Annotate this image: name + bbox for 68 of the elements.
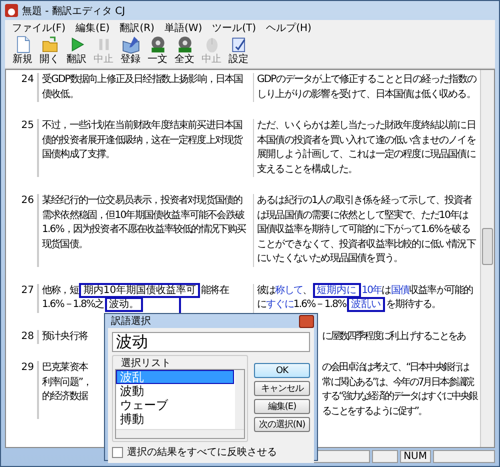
- list-label: 選択リスト: [120, 358, 172, 369]
- term-link[interactable]: すぐに: [266, 299, 294, 310]
- source-text-line: 预计央行将: [42, 330, 88, 344]
- source-text: 受GDP数据向上修正及日经指数上扬影响，日本国债收低。: [42, 74, 243, 100]
- term-field[interactable]: 波动: [112, 332, 310, 352]
- menu-item[interactable]: 編集(E): [70, 20, 115, 34]
- list-item[interactable]: 波動: [116, 384, 234, 398]
- menu-item[interactable]: 単語(W): [159, 20, 208, 34]
- row-number: 26: [6, 194, 39, 266]
- close-button[interactable]: [299, 314, 314, 328]
- row-number: 29: [6, 361, 39, 419]
- row-number: 24: [6, 73, 39, 102]
- dialog-button[interactable]: OK: [254, 363, 310, 378]
- term-link[interactable]: 国債: [390, 284, 409, 296]
- toolbar-icon: [40, 35, 60, 54]
- target-text: GDPのデータが上で修正することと日の経った指数のしり上がりの影響を受けて、日本国債は低く収める。: [257, 74, 476, 100]
- row-number: 28: [6, 330, 39, 344]
- menu-item[interactable]: 翻訳(R): [114, 20, 160, 34]
- highlighted-term: 期内10年期国债收益率可: [81, 284, 198, 296]
- row-number: 27: [6, 284, 39, 312]
- source-text-line: 的经济数据: [42, 390, 88, 404]
- target-text-line: に屋数四季程度に利上げすることをあ: [322, 330, 465, 344]
- dialog-button[interactable]: キャンセル: [254, 381, 310, 396]
- checkbox[interactable]: [112, 446, 123, 458]
- menu-item[interactable]: ツール(T): [207, 20, 262, 34]
- candidate-list[interactable]: 波乱 波動 ウェーブ 搏動: [115, 369, 245, 439]
- list-scrollbar[interactable]: [235, 370, 244, 429]
- dialog-title: 訳語選択: [111, 314, 151, 328]
- toolbar-button[interactable]: 全文: [171, 35, 198, 67]
- list-item[interactable]: 搏動: [116, 412, 234, 426]
- toolbar-button[interactable]: 設定: [225, 35, 252, 67]
- vertical-scrollbar[interactable]: [480, 70, 494, 447]
- term-link[interactable]: 波乱い: [349, 299, 384, 310]
- target-text-line: する“強力な経済的データはすぐに中央銀: [322, 390, 477, 404]
- toolbar-button[interactable]: 登録: [117, 35, 144, 67]
- term-link[interactable]: 短期内に: [314, 284, 359, 296]
- menu-item[interactable]: ファイル(F): [7, 20, 71, 34]
- app-icon: [5, 4, 18, 17]
- target-text-line: 常に関心ある”は、今年の7月日本参議院: [322, 376, 474, 390]
- target-text-line: の会田卓治は考えて、“日本中央銀行は: [322, 361, 468, 375]
- source-text-line: 利率问题”，: [42, 376, 92, 390]
- toolbar-button[interactable]: 翻訳: [63, 35, 90, 67]
- window-title: 無題 - 翻訳エディタ CJ: [22, 4, 126, 18]
- target-text: 彼は称して、 短期内に 10年は国債収益率が可能的にすぐに1.6%－1.8% 波乱い を期待する。: [257, 284, 473, 310]
- term-link[interactable]: 10年: [362, 284, 382, 296]
- source-text: 某经纪行的一位交易员表示，投资者对现货国债的需求依然稳固，但10年期国债收益率可能不会跌破1.6%，因为投资者不愿在收益率较低的情况下购买现货国债。: [42, 195, 246, 250]
- dialog-button[interactable]: 次の選択(N): [254, 417, 310, 432]
- toolbar-icon: [120, 35, 140, 54]
- target-text-line: ることをするように促す”。: [322, 404, 426, 418]
- term-link[interactable]: 称して: [275, 284, 303, 296]
- target-text: ただ、いくらかは差し当たった財政年度終結以前に日本国債の投資者を買い入れて逢の低い含ませのノイを展開しよう計画して、これは一定の程度に現品国債に支えることを構成した。: [257, 120, 476, 174]
- source-text: 他称，短 期内10年期国债收益率可 能将在1.6%－1.8%之 波动。: [42, 284, 228, 310]
- row-number: 25: [6, 119, 39, 177]
- list-item[interactable]: ウェーブ: [116, 398, 234, 412]
- checkbox-label: 選択の結果をすべてに反映させる: [127, 446, 277, 459]
- target-text: あるは紀行の1人の取引き係を経って示して、投資者は現品国債の需要に依然として堅実で、ただ10年は国債収益率を期待して可能的に下がって1.6%を破ることができなくて、投資者収益率比較的に低い情況下にいたくないため現品国債を買う。: [257, 195, 476, 264]
- toolbar-button[interactable]: 開く: [36, 35, 63, 67]
- source-text: 不过，一些计划在当前财政年度结束前买进日本国债的投资者展开逢低吸纳，这在一定程度上对现货国债构成了支撑。: [42, 120, 242, 160]
- source-text-line: 巴克莱资本: [42, 361, 88, 375]
- highlighted-term: 波动。: [106, 299, 141, 310]
- menu-item[interactable]: ヘルプ(H): [261, 20, 316, 34]
- toolbar-button[interactable]: 新規: [9, 35, 36, 67]
- toolbar-button[interactable]: 一文: [144, 35, 171, 67]
- status-indicator: NUM: [400, 450, 431, 463]
- status-panel: [372, 450, 398, 463]
- dialog-button[interactable]: 編集(E): [254, 399, 310, 414]
- status-panel: [433, 450, 495, 463]
- list-scrollbar[interactable]: [116, 429, 244, 438]
